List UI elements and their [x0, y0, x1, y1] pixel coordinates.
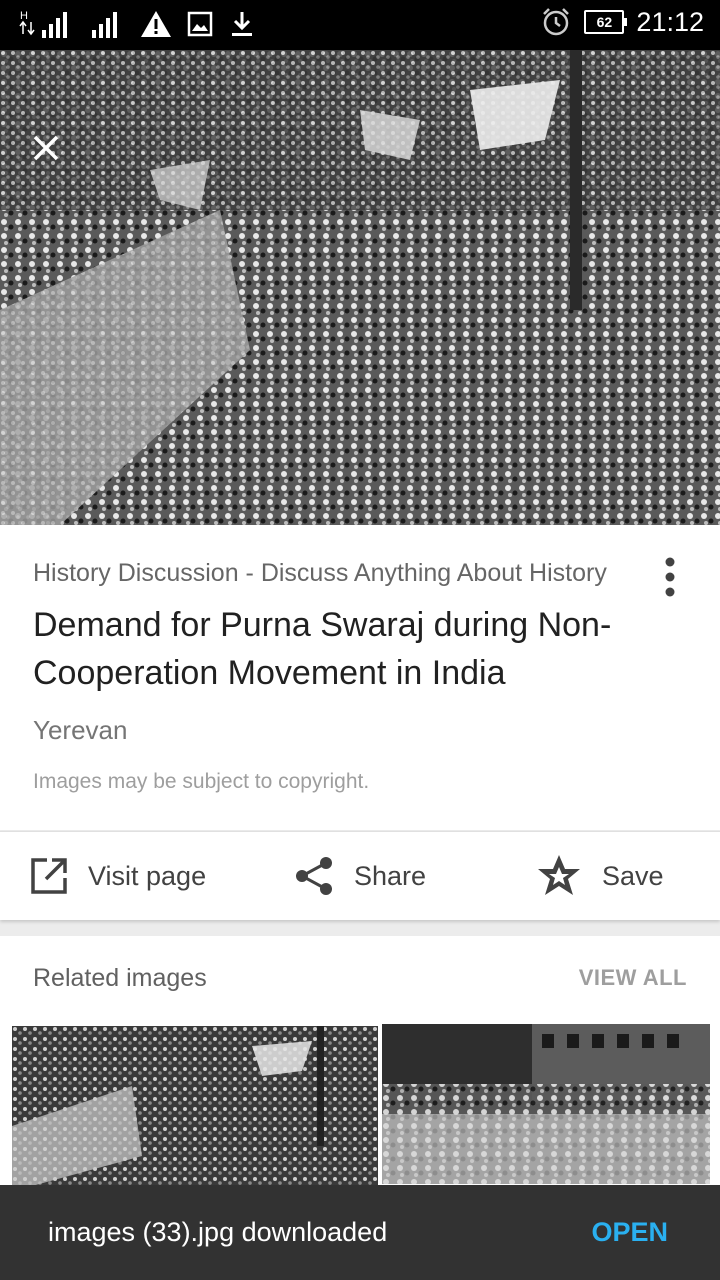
- snackbar-message: images (33).jpg downloaded: [48, 1217, 388, 1247]
- status-bar: H 62 21:12: [0, 0, 720, 50]
- thumbnail-photo: [12, 1026, 378, 1186]
- share-icon: [296, 857, 332, 895]
- share-button[interactable]: Share: [294, 832, 426, 920]
- network-type-label: H: [20, 10, 28, 22]
- visit-page-button[interactable]: Visit page: [30, 832, 206, 920]
- source-site[interactable]: History Discussion - Discuss Anything Ab…: [33, 559, 673, 588]
- hero-image[interactable]: [0, 50, 720, 525]
- download-snackbar: images (33).jpg downloaded OPEN: [0, 1185, 720, 1280]
- close-icon[interactable]: [30, 132, 62, 164]
- clock: 21:12: [636, 6, 704, 37]
- signal-icon: [92, 12, 117, 38]
- battery-icon: 62: [584, 10, 628, 34]
- thumbnail-photo: [382, 1024, 710, 1184]
- result-title[interactable]: Demand for Purna Swaraj during Non-Coope…: [33, 601, 693, 697]
- related-image-thumbnail[interactable]: [12, 1026, 378, 1186]
- share-label: Share: [354, 860, 427, 891]
- alarm-icon: [543, 8, 570, 36]
- download-icon: [232, 12, 252, 36]
- result-info-card: History Discussion - Discuss Anything Ab…: [0, 525, 720, 830]
- status-right: 62 21:12: [540, 6, 704, 38]
- star-badge-icon: [538, 855, 580, 895]
- open-button[interactable]: OPEN: [591, 1217, 668, 1248]
- hero-photo: [0, 50, 720, 525]
- result-location: Yerevan: [33, 715, 128, 745]
- more-options-icon[interactable]: [664, 556, 676, 598]
- signal-icon: H: [19, 10, 67, 38]
- open-in-new-icon: [31, 858, 67, 894]
- battery-level: 62: [596, 14, 613, 30]
- status-left: H: [18, 8, 256, 40]
- visit-page-label: Visit page: [88, 860, 207, 891]
- image-icon: [187, 11, 213, 37]
- related-images-title: Related images: [33, 964, 207, 992]
- copyright-notice: Images may be subject to copyright.: [33, 770, 370, 793]
- save-label: Save: [602, 860, 664, 891]
- warning-icon: [141, 11, 171, 37]
- save-button[interactable]: Save: [536, 832, 664, 920]
- related-image-thumbnail[interactable]: [382, 1024, 710, 1184]
- action-bar: Visit page Share Save: [0, 831, 720, 920]
- view-all-link[interactable]: VIEW ALL: [579, 965, 687, 991]
